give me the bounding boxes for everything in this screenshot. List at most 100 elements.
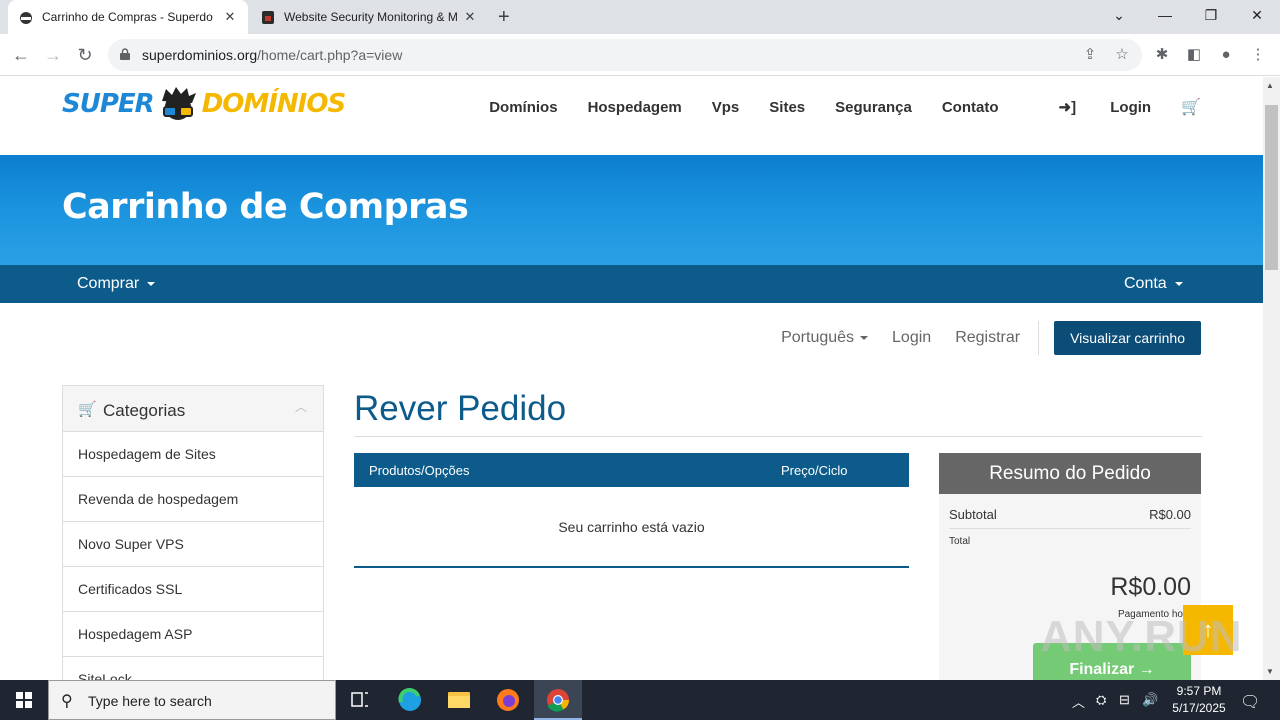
firefox-icon[interactable] (484, 680, 532, 720)
scroll-down-icon[interactable]: ▼ (1266, 667, 1274, 676)
bookmark-star-icon[interactable]: ☆ (1112, 45, 1132, 65)
task-view-icon[interactable] (336, 680, 384, 720)
address-bar[interactable]: superdominios.org/home/cart.php?a=view ⇪… (108, 39, 1142, 71)
tab-title: Carrinho de Compras - Superdo (42, 10, 213, 24)
page-title: Carrinho de Compras (62, 187, 469, 227)
nav-sites[interactable]: Sites (769, 99, 805, 116)
close-tab-icon[interactable]: ✕ (462, 9, 478, 25)
volume-icon[interactable]: 🔊 (1142, 692, 1158, 708)
main-nav: Domínios Hospedagem Vps Sites Segurança … (459, 97, 1201, 117)
scrollbar-thumb[interactable] (1265, 105, 1278, 270)
superdominios-favicon (20, 12, 32, 24)
sidebar-item-asp[interactable]: Hospedagem ASP (63, 612, 323, 657)
nav-login-label: Login (1110, 99, 1152, 116)
sidebar-item-hospedagem-sites[interactable]: Hospedagem de Sites (63, 432, 323, 477)
tab-website-security[interactable]: Website Security Monitoring & M ✕ (250, 0, 488, 34)
firefox-glyph (497, 689, 519, 711)
table-bottom-border (354, 566, 909, 568)
summary-title: Resumo do Pedido (939, 453, 1201, 494)
view-cart-button[interactable]: Visualizar carrinho (1054, 321, 1201, 355)
anyrun-watermark: ANY.RUN (1040, 612, 1243, 661)
url-path: /home/cart.php?a=view (257, 47, 403, 63)
side-panel-icon[interactable]: ◧ (1182, 43, 1206, 67)
notifications-icon[interactable]: 🗨 (1240, 692, 1260, 712)
caret-down-icon (147, 281, 156, 286)
tab-carrinho[interactable]: Carrinho de Compras - Superdo ✕ (8, 0, 248, 34)
extensions-icon[interactable]: ✱ (1150, 43, 1174, 67)
subtotal-value: R$0.00 (1149, 507, 1191, 522)
taskbar-clock[interactable]: 9:57 PM 5/17/2025 (1160, 683, 1238, 717)
nav-hospedagem[interactable]: Hospedagem (588, 99, 682, 116)
restore-button[interactable]: ❐ (1188, 0, 1234, 30)
page-scrollbar[interactable]: ▲ ▼ (1263, 77, 1280, 680)
tab-search-icon[interactable]: ⌄ (1096, 0, 1142, 30)
secondary-nav: Comprar Conta (0, 265, 1263, 303)
page-viewport: SUPER DOMÍNIOS Domínios Hospedagem Vps S… (0, 77, 1263, 680)
sidebar-item-sitelock[interactable]: SiteLock (63, 657, 323, 680)
new-tab-button[interactable]: + (498, 6, 510, 29)
nav-login[interactable]: ➜] Login (1029, 98, 1152, 116)
subtotal-label: Subtotal (949, 507, 997, 522)
profile-avatar-icon[interactable]: ● (1214, 43, 1238, 67)
file-explorer-icon[interactable] (435, 680, 483, 720)
language-select[interactable]: Português (781, 329, 869, 347)
close-window-button[interactable]: ✕ (1234, 0, 1280, 30)
categories-header[interactable]: 🛒 Categorias ︿ (63, 386, 323, 432)
divider (1038, 321, 1040, 355)
nav-seguranca[interactable]: Segurança (835, 99, 912, 116)
shield-favicon (262, 11, 274, 24)
login-icon: ➜] (1058, 99, 1077, 116)
forward-icon[interactable]: → (40, 42, 66, 68)
windows-logo-icon (16, 692, 32, 708)
review-order-heading: Rever Pedido (354, 389, 567, 428)
logo-text-dominios: DOMÍNIOS (201, 89, 346, 119)
nav-vps[interactable]: Vps (712, 99, 740, 116)
lock-icon (120, 48, 130, 60)
tab-title: Website Security Monitoring & M (284, 10, 458, 24)
sidebar-item-super-vps[interactable]: Novo Super VPS (63, 522, 323, 567)
minimize-button[interactable]: — (1142, 0, 1188, 30)
total-label: Total (949, 536, 971, 547)
cart-table-header: Produtos/Opções Preço/Ciclo (354, 453, 909, 487)
browser-toolbar: ← → ↻ superdominios.org/home/cart.php?a=… (0, 34, 1280, 76)
sidebar-item-revenda[interactable]: Revenda de hospedagem (63, 477, 323, 522)
nav-contato[interactable]: Contato (942, 99, 999, 116)
tray-chevron-up-icon[interactable]: ︿ (1072, 692, 1085, 711)
close-tab-icon[interactable]: ✕ (222, 9, 238, 25)
search-placeholder: Type here to search (88, 693, 212, 709)
network-icon[interactable]: ⊟ (1119, 692, 1130, 708)
clock-date: 5/17/2025 (1172, 701, 1226, 715)
nav-dominios[interactable]: Domínios (489, 99, 557, 116)
categories-title: Categorias (103, 401, 186, 420)
search-icon: ⚲ (61, 693, 73, 710)
share-icon[interactable]: ⇪ (1080, 45, 1100, 65)
folder-glyph (448, 692, 470, 708)
subtotal-row: Subtotal R$0.00 (949, 507, 1191, 522)
chevron-up-icon[interactable]: ︿ (295, 398, 307, 415)
caret-down-icon (860, 335, 869, 340)
menu-conta-label: Conta (1124, 275, 1167, 292)
menu-comprar[interactable]: Comprar (77, 275, 156, 293)
site-logo[interactable]: SUPER DOMÍNIOS (62, 85, 346, 123)
col-price: Preço/Ciclo (781, 463, 848, 478)
cart-icon[interactable]: 🛒 (1181, 97, 1201, 117)
scroll-up-icon[interactable]: ▲ (1266, 81, 1274, 90)
login-link[interactable]: Login (892, 329, 931, 347)
tray-device-icon[interactable]: ⛭ (1096, 692, 1106, 708)
language-label: Português (781, 329, 855, 346)
start-button[interactable] (0, 680, 48, 720)
divider (354, 436, 1202, 437)
reload-icon[interactable]: ↻ (72, 42, 98, 68)
chrome-icon[interactable] (534, 680, 582, 720)
back-icon[interactable]: ← (8, 42, 34, 68)
edge-icon[interactable] (386, 680, 434, 720)
menu-conta[interactable]: Conta (1124, 275, 1183, 293)
logo-mascot-icon (161, 87, 196, 120)
empty-cart-message: Seu carrinho está vazio (558, 519, 705, 535)
clock-time: 9:57 PM (1176, 684, 1222, 698)
sidebar-item-ssl[interactable]: Certificados SSL (63, 567, 323, 612)
menu-kebab-icon[interactable]: ⋮ (1246, 43, 1270, 67)
register-link[interactable]: Registrar (955, 329, 1020, 347)
taskbar-search[interactable]: ⚲ Type here to search (48, 680, 336, 720)
account-bar: Português Login Registrar Visualizar car… (757, 321, 1201, 355)
